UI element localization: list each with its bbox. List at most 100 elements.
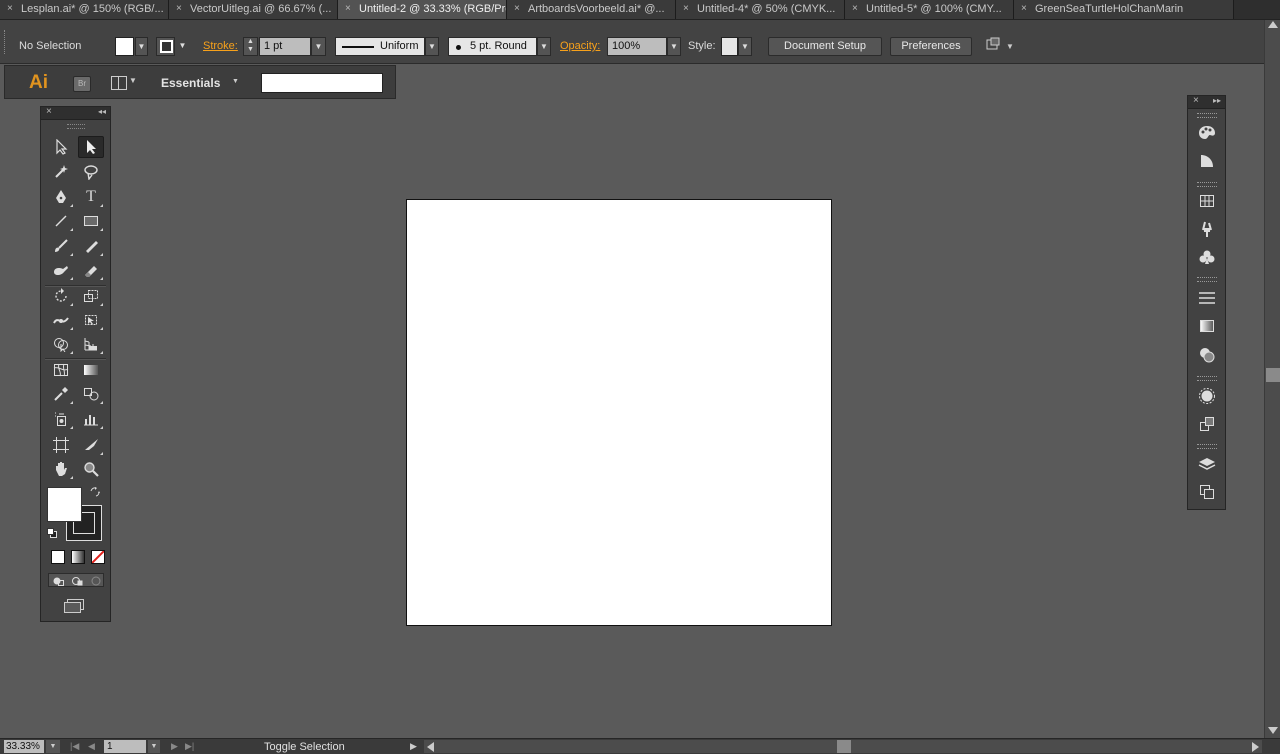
none-mode-icon[interactable] — [91, 550, 105, 564]
rotate-tool-icon[interactable] — [48, 285, 74, 307]
vertical-scrollbar[interactable] — [1264, 20, 1280, 738]
selection-tool-icon[interactable] — [48, 136, 74, 158]
fill-swatch[interactable] — [115, 37, 134, 56]
status-menu-arrow[interactable]: ▶ — [410, 741, 417, 752]
gradient-tool-icon[interactable] — [78, 359, 104, 381]
close-icon[interactable]: × — [46, 106, 52, 117]
artboards-panel-icon[interactable] — [1196, 481, 1218, 503]
panel-grip[interactable] — [1197, 113, 1217, 118]
stroke-swatch[interactable] — [156, 37, 175, 56]
draw-behind-icon[interactable] — [71, 576, 83, 589]
style-swatch[interactable] — [721, 37, 738, 56]
panel-grip[interactable] — [1197, 277, 1217, 282]
swap-fill-stroke-icon[interactable] — [90, 487, 100, 500]
opacity-field[interactable]: 100% — [607, 37, 667, 56]
arrange-documents-icon[interactable] — [985, 37, 1003, 56]
pencil-tool-icon[interactable] — [78, 235, 104, 257]
eyedropper-tool-icon[interactable] — [48, 383, 74, 405]
default-fill-stroke-icon[interactable] — [47, 528, 58, 542]
zoom-tool-icon[interactable] — [78, 458, 104, 480]
artboard-number-field[interactable]: 1 — [104, 740, 146, 753]
stroke-weight-field[interactable]: 1 pt — [259, 37, 311, 56]
search-input[interactable] — [261, 73, 383, 93]
draw-inside-icon[interactable] — [90, 576, 102, 589]
hand-tool-icon[interactable] — [48, 458, 74, 480]
artboard-dropdown[interactable]: ▼ — [148, 740, 160, 753]
line-segment-tool-icon[interactable] — [48, 210, 74, 232]
symbol-sprayer-tool-icon[interactable] — [48, 408, 74, 430]
direct-selection-tool-icon[interactable] — [78, 136, 104, 158]
horizontal-scrollbar[interactable] — [424, 740, 1262, 753]
document-tab[interactable]: × GreenSeaTurtleHolChanMarin — [1014, 0, 1234, 19]
document-setup-button[interactable]: Document Setup — [768, 37, 882, 56]
control-bar-grip[interactable] — [4, 30, 8, 54]
horizontal-scroll-thumb[interactable] — [837, 740, 851, 753]
control-menu-arrow[interactable]: ▼ — [1006, 37, 1016, 56]
stroke-color-dropdown[interactable]: ▼ — [176, 37, 189, 56]
brush-dropdown[interactable]: ▼ — [537, 37, 551, 56]
scroll-down-arrow[interactable] — [1268, 727, 1278, 734]
opacity-link[interactable]: Opacity: — [560, 40, 600, 52]
panel-grip[interactable] — [1197, 376, 1217, 381]
perspective-grid-tool-icon[interactable] — [78, 333, 104, 355]
stroke-profile-select[interactable]: Uniform — [335, 37, 425, 56]
color-panel-icon[interactable] — [1196, 122, 1218, 144]
document-tab[interactable]: × Untitled-4* @ 50% (CMYK... — [676, 0, 845, 19]
free-transform-tool-icon[interactable] — [78, 309, 104, 331]
layers-panel-icon[interactable] — [1196, 453, 1218, 475]
previous-artboard-icon[interactable]: ◀ — [88, 741, 95, 752]
eraser-tool-icon[interactable] — [78, 259, 104, 281]
tab-close-icon[interactable]: × — [1021, 0, 1027, 18]
blob-brush-tool-icon[interactable] — [48, 259, 74, 281]
swatches-panel-icon[interactable] — [1196, 190, 1218, 212]
tools-panel-header[interactable]: × ◂◂ — [41, 106, 110, 120]
artboard-tool-icon[interactable] — [48, 434, 74, 456]
blend-tool-icon[interactable] — [78, 383, 104, 405]
tab-close-icon[interactable]: × — [7, 0, 13, 18]
slice-tool-icon[interactable] — [78, 434, 104, 456]
dock-header[interactable]: × ▸▸ — [1188, 95, 1225, 109]
rectangle-tool-icon[interactable] — [78, 210, 104, 232]
scroll-left-arrow[interactable] — [427, 742, 434, 752]
layout-dropdown-arrow[interactable]: ▼ — [129, 76, 137, 85]
transparency-panel-icon[interactable] — [1196, 344, 1218, 366]
gradient-mode-icon[interactable] — [71, 550, 85, 564]
document-tab[interactable]: × VectorUitleg.ai @ 66.67% (... — [169, 0, 338, 19]
tab-close-icon[interactable]: × — [514, 0, 520, 18]
panel-grip[interactable] — [1197, 444, 1217, 449]
lasso-tool-icon[interactable] — [78, 161, 104, 183]
collapse-icon[interactable]: ◂◂ — [98, 107, 106, 116]
stroke-profile-dropdown[interactable]: ▼ — [425, 37, 439, 56]
type-tool-icon[interactable]: T — [78, 186, 104, 208]
stroke-weight-stepper[interactable]: ▲ ▼ — [243, 37, 258, 56]
column-graph-tool-icon[interactable] — [78, 408, 104, 430]
zoom-level-field[interactable]: 33.33% — [4, 740, 44, 753]
magic-wand-tool-icon[interactable] — [48, 161, 74, 183]
color-mode-icon[interactable] — [51, 550, 65, 564]
symbols-panel-icon[interactable] — [1196, 246, 1218, 268]
vertical-scroll-thumb[interactable] — [1266, 368, 1280, 382]
panel-grip[interactable] — [1197, 182, 1217, 187]
tab-close-icon[interactable]: × — [683, 0, 689, 18]
next-artboard-icon[interactable]: ▶ — [171, 741, 178, 752]
stroke-link[interactable]: Stroke: — [203, 40, 238, 52]
stroke-weight-dropdown[interactable]: ▼ — [311, 37, 326, 56]
graphic-styles-panel-icon[interactable] — [1196, 413, 1218, 435]
appearance-panel-icon[interactable] — [1196, 385, 1218, 407]
tab-close-icon[interactable]: × — [852, 0, 858, 18]
arrange-layout-icon[interactable] — [111, 76, 127, 90]
style-dropdown[interactable]: ▼ — [738, 37, 752, 56]
expand-icon[interactable]: ▸▸ — [1213, 96, 1221, 105]
fill-color-box[interactable] — [47, 487, 82, 522]
document-tab[interactable]: × Untitled-5* @ 100% (CMY... — [845, 0, 1014, 19]
first-artboard-icon[interactable]: |◀ — [70, 741, 79, 752]
fill-dropdown[interactable]: ▼ — [135, 37, 148, 56]
scroll-up-arrow[interactable] — [1268, 21, 1278, 28]
document-tab[interactable]: × ArtboardsVoorbeeld.ai* @... — [507, 0, 676, 19]
brush-select[interactable]: 5 pt. Round — [448, 37, 537, 56]
last-artboard-icon[interactable]: ▶| — [185, 741, 194, 752]
shape-builder-tool-icon[interactable] — [48, 333, 74, 355]
scale-tool-icon[interactable] — [78, 285, 104, 307]
screen-mode-icon[interactable] — [63, 598, 85, 617]
tab-close-icon[interactable]: × — [176, 0, 182, 18]
